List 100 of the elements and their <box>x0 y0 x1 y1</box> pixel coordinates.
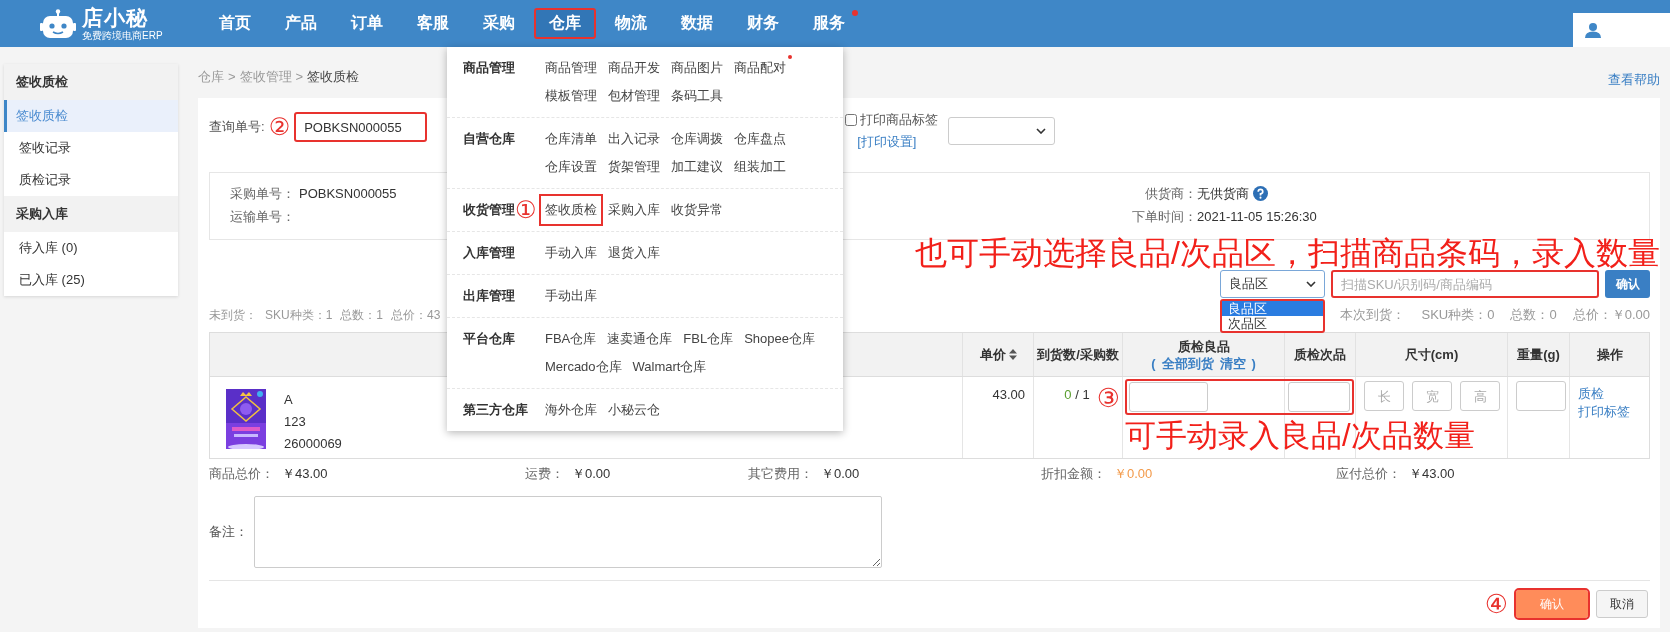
menu-item[interactable]: 仓库清单 <box>545 130 597 148</box>
paren: ( <box>1151 354 1156 372</box>
summary-text: 总数：0 <box>1510 306 1557 324</box>
menu-item[interactable]: 商品管理 <box>545 59 597 77</box>
summary-text: 本次到货： <box>1340 306 1406 324</box>
nav-item[interactable]: 仓库 <box>534 8 596 39</box>
annotation-text: 也可手动选择良品/次品区，扫描商品条码，录入数量 <box>915 236 1660 270</box>
summary-text: SKU种类：0 <box>1421 306 1495 324</box>
menu-item[interactable]: 退货入库 <box>608 244 660 262</box>
help-icon[interactable] <box>1253 186 1268 201</box>
summary-text: 总数：1 <box>340 306 384 324</box>
menu-item[interactable]: FBL仓库 <box>683 330 734 348</box>
menu-item[interactable]: 组装加工 <box>734 158 786 176</box>
menu-item[interactable]: 海外仓库 <box>545 401 597 419</box>
paren: ) <box>1251 354 1256 372</box>
menu-item[interactable]: FBA仓库 <box>545 330 597 348</box>
scan-confirm-button[interactable]: 确认 <box>1605 270 1650 298</box>
header-link[interactable]: 清空 <box>1219 354 1246 372</box>
nav-item[interactable]: 客服 <box>402 8 464 39</box>
remark-field[interactable] <box>254 496 882 568</box>
menu-item[interactable]: 速卖通仓库 <box>607 330 673 348</box>
unit-price: 43.00 <box>992 387 1025 402</box>
nav-item[interactable]: 采购 <box>468 8 530 39</box>
menu-item[interactable]: 小秘云仓 <box>608 401 660 419</box>
total-label: 商品总价： <box>209 465 274 483</box>
menu-item[interactable]: 收货异常 <box>671 201 723 219</box>
weight-field[interactable] <box>1516 381 1566 411</box>
menu-item[interactable]: 手动出库 <box>545 287 597 305</box>
dimension-field[interactable]: 长 <box>1364 381 1404 411</box>
product-sku: 26000069 <box>284 435 342 453</box>
menu-item[interactable]: 出入记录 <box>608 130 660 148</box>
breadcrumb-separator: > <box>228 69 236 84</box>
menu-item[interactable]: 采购入库 <box>608 201 660 219</box>
total-value: ￥43.00 <box>282 465 328 483</box>
dropdown-option[interactable]: 良品区 <box>1222 301 1323 316</box>
print-settings-link[interactable]: [打印设置] <box>845 133 939 151</box>
menu-item[interactable]: 商品配对 <box>734 59 786 77</box>
dimension-field[interactable]: 宽 <box>1412 381 1452 411</box>
menu-item[interactable]: 签收质检 <box>539 194 603 226</box>
chevron-icon <box>1306 281 1316 287</box>
print-label-checkbox[interactable] <box>845 114 858 126</box>
menu-group-title: 商品管理 <box>463 59 515 77</box>
menu-item[interactable]: 仓库调拨 <box>671 130 723 148</box>
menu-item[interactable]: 包材管理 <box>608 87 660 105</box>
column-header: 质检良品 <box>1177 337 1230 355</box>
menu-item[interactable]: 商品开发 <box>608 59 660 77</box>
menu-item[interactable]: 仓库设置 <box>545 158 597 176</box>
sidebar-item[interactable]: 签收记录 <box>4 132 178 164</box>
step-marker: ③ <box>1096 383 1120 413</box>
cancel-button[interactable]: 取消 <box>1596 590 1648 618</box>
nav-item[interactable]: 产品 <box>270 8 332 39</box>
dimension-field[interactable]: 高 <box>1460 381 1500 411</box>
menu-item[interactable]: 商品图片 <box>671 59 723 77</box>
nav-item[interactable]: 财务 <box>732 8 794 39</box>
product-code: 123 <box>284 413 307 431</box>
sort-icon <box>1008 349 1017 360</box>
menu-group-title: 入库管理 <box>463 244 515 262</box>
step-marker: ② <box>268 112 291 142</box>
menu-item[interactable]: 模板管理 <box>545 87 597 105</box>
remark-label: 备注： <box>209 523 248 541</box>
nav-item[interactable]: 服务 <box>798 8 860 39</box>
scan-field[interactable]: 扫描SKU/识别码/商品编码 <box>1331 270 1599 298</box>
column-header: 操作 <box>1596 346 1623 363</box>
step-marker: ④ <box>1484 590 1508 618</box>
action-link[interactable]: 打印标签 <box>1578 403 1649 421</box>
menu-item[interactable]: Shopee仓库 <box>744 330 815 348</box>
menu-item[interactable]: Mercado仓库 <box>545 358 622 376</box>
sidebar-item[interactable]: 待入库 (0) <box>4 232 178 264</box>
menu-item[interactable]: 加工建议 <box>671 158 723 176</box>
breadcrumb-item: 签收质检 <box>307 67 360 86</box>
menu-item[interactable]: 仓库盘点 <box>734 130 786 148</box>
help-link[interactable]: 查看帮助 <box>1608 64 1660 89</box>
menu-group-title: 平台仓库 <box>463 330 515 348</box>
user-menu[interactable] <box>1573 13 1670 47</box>
zone-select[interactable]: 良品区 <box>1220 270 1325 298</box>
info-label: 采购单号： <box>230 185 295 203</box>
total-label: 其它费用： <box>748 465 813 483</box>
printer-select[interactable] <box>948 117 1056 145</box>
annotation-text: 可手动录入良品/次品数量 <box>1124 417 1476 455</box>
menu-item[interactable]: 条码工具 <box>671 87 723 105</box>
sidebar-item[interactable]: 已入库 (25) <box>4 264 178 296</box>
column-header[interactable]: 单价 <box>979 346 1017 363</box>
total-label: 运费： <box>525 465 564 483</box>
menu-group-title: 第三方仓库 <box>463 401 528 419</box>
dropdown-option[interactable]: 次品区 <box>1222 316 1323 331</box>
menu-item[interactable]: 货架管理 <box>608 158 660 176</box>
checkbox-label: 打印商品标签 <box>860 111 939 129</box>
nav-item[interactable]: 物流 <box>600 8 662 39</box>
info-label: 供货商： <box>1144 185 1197 203</box>
order-number-field[interactable]: POBKSN000055 <box>294 112 428 142</box>
nav-item[interactable]: 数据 <box>666 8 728 39</box>
good-quantity-field[interactable] <box>1129 382 1208 412</box>
sidebar-item[interactable]: 质检记录 <box>4 164 178 196</box>
nav-item[interactable]: 首页 <box>204 8 266 39</box>
defective-quantity-field[interactable] <box>1288 382 1350 412</box>
menu-item[interactable]: 手动入库 <box>545 244 597 262</box>
nav-item[interactable]: 订单 <box>336 8 398 39</box>
header-link[interactable]: 全部到货 <box>1161 354 1214 372</box>
menu-item[interactable]: Walmart仓库 <box>632 358 707 376</box>
action-link[interactable]: 质检 <box>1578 385 1649 403</box>
